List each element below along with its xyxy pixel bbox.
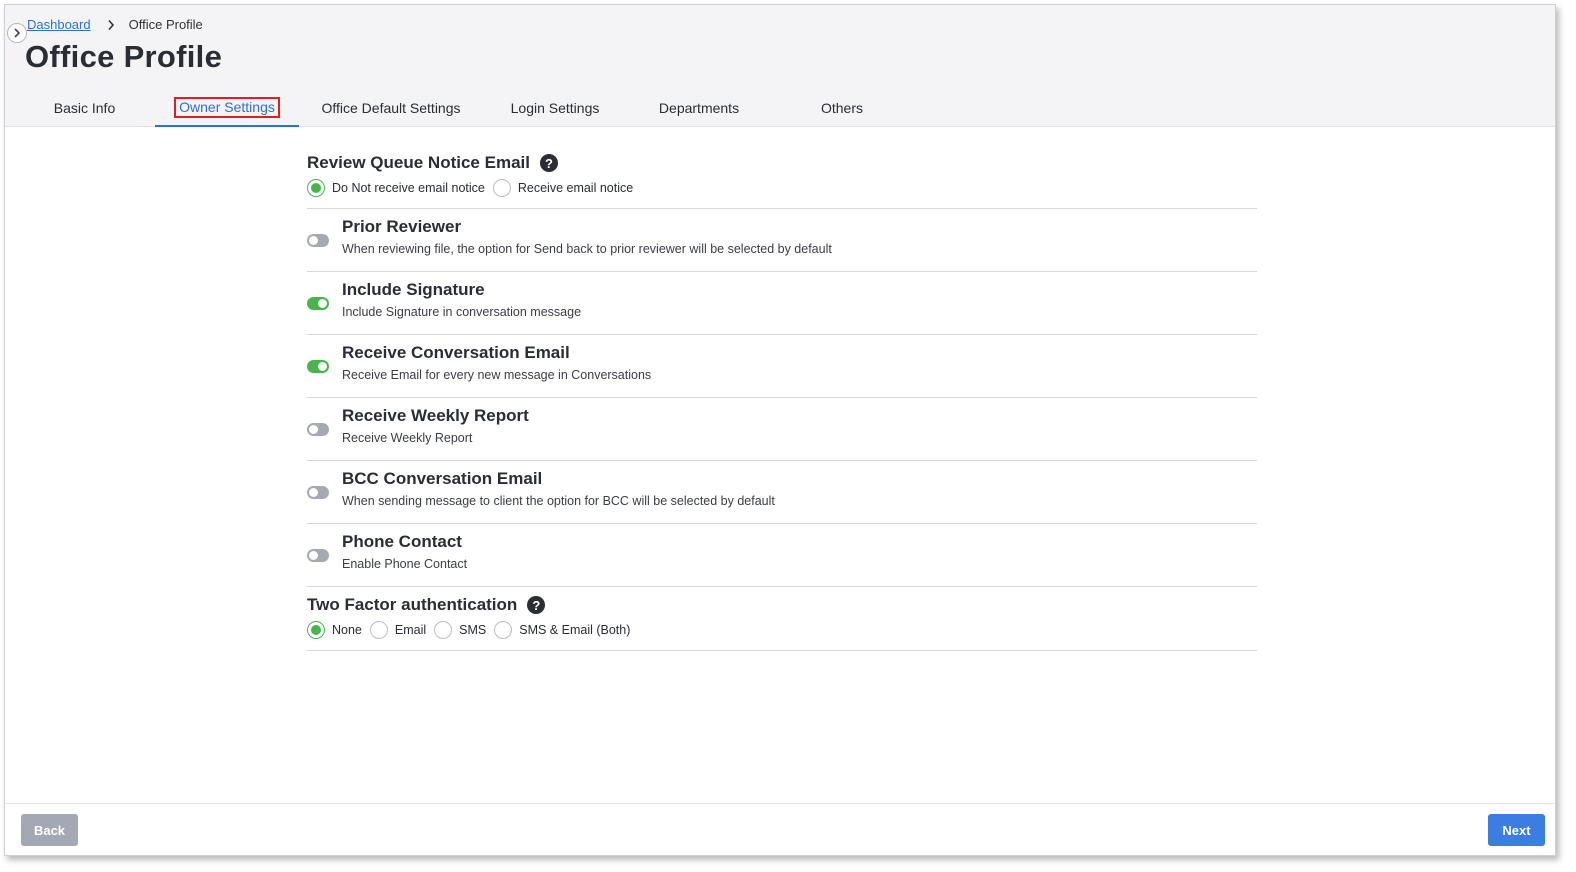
radio-2fa-email[interactable]: Email [369, 621, 427, 639]
receive-conversation-email-toggle[interactable] [307, 360, 329, 373]
radio-label: None [332, 623, 362, 637]
radio-button[interactable] [492, 179, 511, 197]
setting-description: Enable Phone Contact [342, 557, 468, 571]
radio-label: Email [394, 623, 427, 637]
tab-label: Office Default Settings [321, 100, 461, 116]
footer-bar: Back Next [5, 803, 1555, 855]
radio-button[interactable] [494, 621, 513, 639]
radio-button[interactable] [434, 621, 453, 639]
tab-bar: Basic Info Owner Settings Office Default… [5, 89, 1555, 127]
setting-title: BCC Conversation Email [342, 469, 543, 488]
prior-reviewer-toggle[interactable] [307, 234, 329, 247]
radio-2fa-none[interactable]: None [307, 621, 362, 639]
setting-title: Include Signature [342, 280, 485, 299]
chevron-right-icon [13, 28, 21, 38]
next-button[interactable]: Next [1488, 814, 1545, 846]
setting-include-signature: Include Signature Include Signature in c… [307, 272, 1257, 335]
tab-label: Departments [658, 100, 740, 116]
radio-label: Do Not receive email notice [332, 181, 485, 195]
include-signature-toggle[interactable] [307, 297, 329, 310]
tab-basic-info[interactable]: Basic Info [27, 89, 142, 127]
chevron-right-icon [107, 19, 115, 31]
radio-receive[interactable]: Receive email notice [492, 179, 634, 197]
setting-prior-reviewer: Prior Reviewer When reviewing file, the … [307, 209, 1257, 272]
two-factor-section: Two Factor authentication ? None Email S… [307, 587, 1257, 651]
two-factor-title: Two Factor authentication [307, 595, 518, 614]
setting-title: Phone Contact [342, 532, 462, 551]
setting-description: When reviewing file, the option for Send… [342, 242, 832, 256]
setting-title: Receive Conversation Email [342, 343, 570, 362]
tab-login-settings[interactable]: Login Settings [495, 89, 615, 127]
review-queue-title: Review Queue Notice Email [307, 153, 530, 172]
setting-phone-contact: Phone Contact Enable Phone Contact [307, 524, 1257, 587]
radio-label: SMS [459, 623, 487, 637]
setting-receive-weekly-report: Receive Weekly Report Receive Weekly Rep… [307, 398, 1257, 461]
radio-2fa-sms-email[interactable]: SMS & Email (Both) [494, 621, 630, 639]
setting-description: Receive Email for every new message in C… [342, 368, 652, 382]
page-header: Dashboard Office Profile Office Profile … [5, 5, 1555, 127]
radio-do-not-receive[interactable]: Do Not receive email notice [307, 179, 485, 197]
review-queue-radio-group: Do Not receive email notice Receive emai… [307, 179, 1257, 197]
tab-departments[interactable]: Departments [639, 89, 759, 127]
setting-description: Include Signature in conversation messag… [342, 305, 582, 319]
setting-title: Prior Reviewer [342, 217, 462, 236]
radio-button[interactable] [307, 179, 325, 197]
review-queue-section: Review Queue Notice Email ? Do Not recei… [307, 145, 1257, 209]
section-title: Review Queue Notice Email ? [307, 153, 1257, 173]
breadcrumb-current: Office Profile [128, 17, 203, 32]
setting-receive-conversation-email: Receive Conversation Email Receive Email… [307, 335, 1257, 398]
app-window: Dashboard Office Profile Office Profile … [4, 4, 1556, 856]
breadcrumb: Dashboard Office Profile [27, 17, 203, 32]
radio-2fa-sms[interactable]: SMS [434, 621, 486, 639]
radio-label: Receive email notice [517, 181, 634, 195]
tab-others[interactable]: Others [782, 89, 902, 127]
setting-description: When sending message to client the optio… [342, 494, 775, 508]
owner-settings-panel: Review Queue Notice Email ? Do Not recei… [307, 145, 1257, 651]
page-title: Office Profile [25, 39, 223, 74]
tab-label: Others [820, 100, 863, 116]
receive-weekly-report-toggle[interactable] [307, 423, 329, 436]
question-circle-icon[interactable]: ? [539, 154, 558, 172]
breadcrumb-link-dashboard[interactable]: Dashboard [27, 17, 91, 32]
setting-description: Receive Weekly Report [342, 431, 473, 445]
question-circle-icon[interactable]: ? [527, 596, 546, 614]
tab-label: Owner Settings [174, 96, 280, 118]
radio-label: SMS & Email (Both) [519, 623, 631, 637]
tab-label: Basic Info [53, 100, 116, 116]
radio-button[interactable] [369, 621, 388, 639]
section-title: Two Factor authentication ? [307, 595, 1257, 615]
radio-button[interactable] [307, 621, 325, 639]
setting-title: Receive Weekly Report [342, 406, 529, 425]
back-button[interactable]: Back [21, 814, 78, 846]
tab-office-default-settings[interactable]: Office Default Settings [311, 89, 471, 127]
setting-bcc-conversation-email: BCC Conversation Email When sending mess… [307, 461, 1257, 524]
tab-owner-settings[interactable]: Owner Settings [155, 89, 299, 127]
bcc-conversation-email-toggle[interactable] [307, 486, 329, 499]
tab-label: Login Settings [510, 100, 600, 116]
sidebar-toggle-button[interactable] [7, 23, 27, 43]
two-factor-radio-group: None Email SMS SMS & Email (Both) [307, 621, 1257, 639]
phone-contact-toggle[interactable] [307, 549, 329, 562]
